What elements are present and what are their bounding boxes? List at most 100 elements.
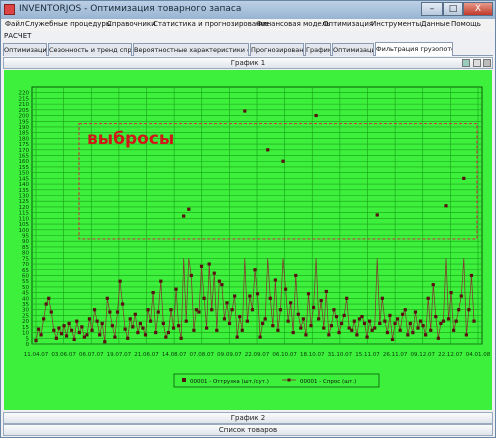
y-tick-label: 160 xyxy=(19,159,30,165)
maximize-button[interactable]: □ xyxy=(443,2,463,16)
menu-statistics[interactable]: Статистика и прогнозирование xyxy=(153,20,270,28)
menu-finance[interactable]: Финансовая модель xyxy=(256,20,330,28)
shipment-point xyxy=(80,325,84,329)
shipment-point xyxy=(324,289,328,294)
shipment-point xyxy=(202,296,206,300)
shipment-point xyxy=(327,333,331,337)
x-tick-label: 22.09.07 xyxy=(245,352,270,358)
shipment-point xyxy=(464,333,468,337)
shipment-point xyxy=(207,262,211,266)
y-tick-label: 115 xyxy=(19,211,30,217)
shipment-point xyxy=(138,321,143,326)
shipment-point xyxy=(337,330,341,335)
collapse-icon[interactable] xyxy=(483,59,491,67)
shipment-point xyxy=(426,296,430,300)
menu-service[interactable]: Служебные процедуры xyxy=(25,20,111,28)
shipment-point xyxy=(263,317,267,321)
minimize-button[interactable]: – xyxy=(421,2,443,16)
shipment-point xyxy=(322,326,326,330)
shipment-point xyxy=(115,310,120,314)
shipment-point xyxy=(319,298,323,303)
shipment-point xyxy=(95,319,99,323)
shipment-point xyxy=(317,317,321,321)
menu-help[interactable]: Помощь xyxy=(451,20,481,28)
copy-icon[interactable] xyxy=(473,59,481,67)
y-tick-label: 95 xyxy=(22,233,29,239)
shipment-point xyxy=(276,328,280,332)
shipment-point xyxy=(271,324,275,328)
goods-list-panel-header[interactable]: Список товаров xyxy=(3,424,493,436)
shipment-point xyxy=(52,328,56,332)
window-title: INVENTORJOS - Оптимизация товарного запа… xyxy=(19,4,242,14)
shipment-point xyxy=(90,328,94,332)
shipment-point xyxy=(39,333,43,337)
shipment-point xyxy=(205,326,209,330)
shipment-point xyxy=(123,327,127,331)
menu-reference[interactable]: Справочники xyxy=(107,20,156,28)
tab-forecasting[interactable]: Прогнозирование xyxy=(250,43,304,56)
shipment-point xyxy=(210,308,214,312)
y-tick-label: 80 xyxy=(22,251,29,257)
shipment-point xyxy=(390,337,395,342)
y-tick-label: 105 xyxy=(19,222,30,228)
y-tick-label: 195 xyxy=(19,119,30,125)
menu-optimization[interactable]: Оптимизация xyxy=(323,20,373,28)
shipment-point xyxy=(283,287,288,291)
y-tick-label: 135 xyxy=(19,188,30,194)
shipment-point xyxy=(385,330,390,335)
shipment-point xyxy=(294,273,298,278)
app-window: INVENTORJOS - Оптимизация товарного запа… xyxy=(0,0,496,438)
y-tick-label: 20 xyxy=(22,319,29,325)
y-tick-label: 65 xyxy=(22,268,29,274)
shipment-point xyxy=(258,335,262,339)
x-tick-label: 14.08.07 xyxy=(162,352,187,358)
chart-area: 0 5 10 15 20 25 30 35 40 45 50 55 60 65 70 75 80 85 90 95 10… xyxy=(4,70,492,410)
shipment-point xyxy=(434,314,438,319)
y-tick-label: 110 xyxy=(19,216,30,222)
menu-tools[interactable]: Инструменты xyxy=(371,20,421,28)
tab-optimization[interactable]: Оптимизация xyxy=(3,43,47,56)
x-tick-label: 18.10.07 xyxy=(300,352,325,358)
shipment-point xyxy=(166,330,171,335)
shipment-point xyxy=(57,326,61,330)
shipment-point xyxy=(159,279,163,283)
shipment-point xyxy=(133,312,137,316)
y-tick-label: 70 xyxy=(22,262,29,268)
menu-file[interactable]: Файл xyxy=(5,20,24,28)
shipment-point xyxy=(189,273,193,278)
shipment-point xyxy=(187,207,191,211)
shipment-point xyxy=(281,159,285,163)
shipment-point xyxy=(250,308,255,312)
y-tick-label: 100 xyxy=(19,228,30,234)
tab-optimization-2[interactable]: Оптимизация xyxy=(332,43,374,56)
shipment-point xyxy=(403,308,407,312)
shipment-point xyxy=(243,109,247,113)
tab-probability[interactable]: Вероятностные характеристики спроса xyxy=(133,43,249,56)
shipment-point xyxy=(87,317,92,321)
y-tick-label: 200 xyxy=(19,114,30,120)
shipment-point xyxy=(334,314,339,319)
x-tick-label: 15.11.07 xyxy=(355,352,380,358)
shipment-point xyxy=(36,327,41,331)
shipment-point xyxy=(184,319,188,323)
shipment-point xyxy=(105,296,109,300)
y-tick-label: 5 xyxy=(26,336,30,342)
shipment-point xyxy=(418,319,423,323)
chart2-panel-header[interactable]: График 2 xyxy=(3,412,493,424)
shipment-point xyxy=(406,333,410,337)
menu-data[interactable]: Данные xyxy=(421,20,450,28)
print-icon[interactable] xyxy=(462,59,470,67)
y-tick-label: 210 xyxy=(19,102,30,108)
y-tick-label: 180 xyxy=(19,136,30,142)
shipment-point xyxy=(380,296,384,300)
tab-charts[interactable]: Графики xyxy=(305,43,331,56)
close-button[interactable]: X xyxy=(463,2,493,16)
shipment-point xyxy=(227,321,232,326)
tab-flow-filtering[interactable]: Фильтрация грузопотока xyxy=(375,42,453,56)
shipment-point xyxy=(449,291,453,295)
shipment-point xyxy=(54,336,58,340)
tab-seasonality[interactable]: Сезонность и тренд спроса xyxy=(48,43,132,56)
shipment-point xyxy=(164,335,168,339)
shipment-point xyxy=(75,319,79,323)
title-bar[interactable]: INVENTORJOS - Оптимизация товарного запа… xyxy=(1,1,495,19)
